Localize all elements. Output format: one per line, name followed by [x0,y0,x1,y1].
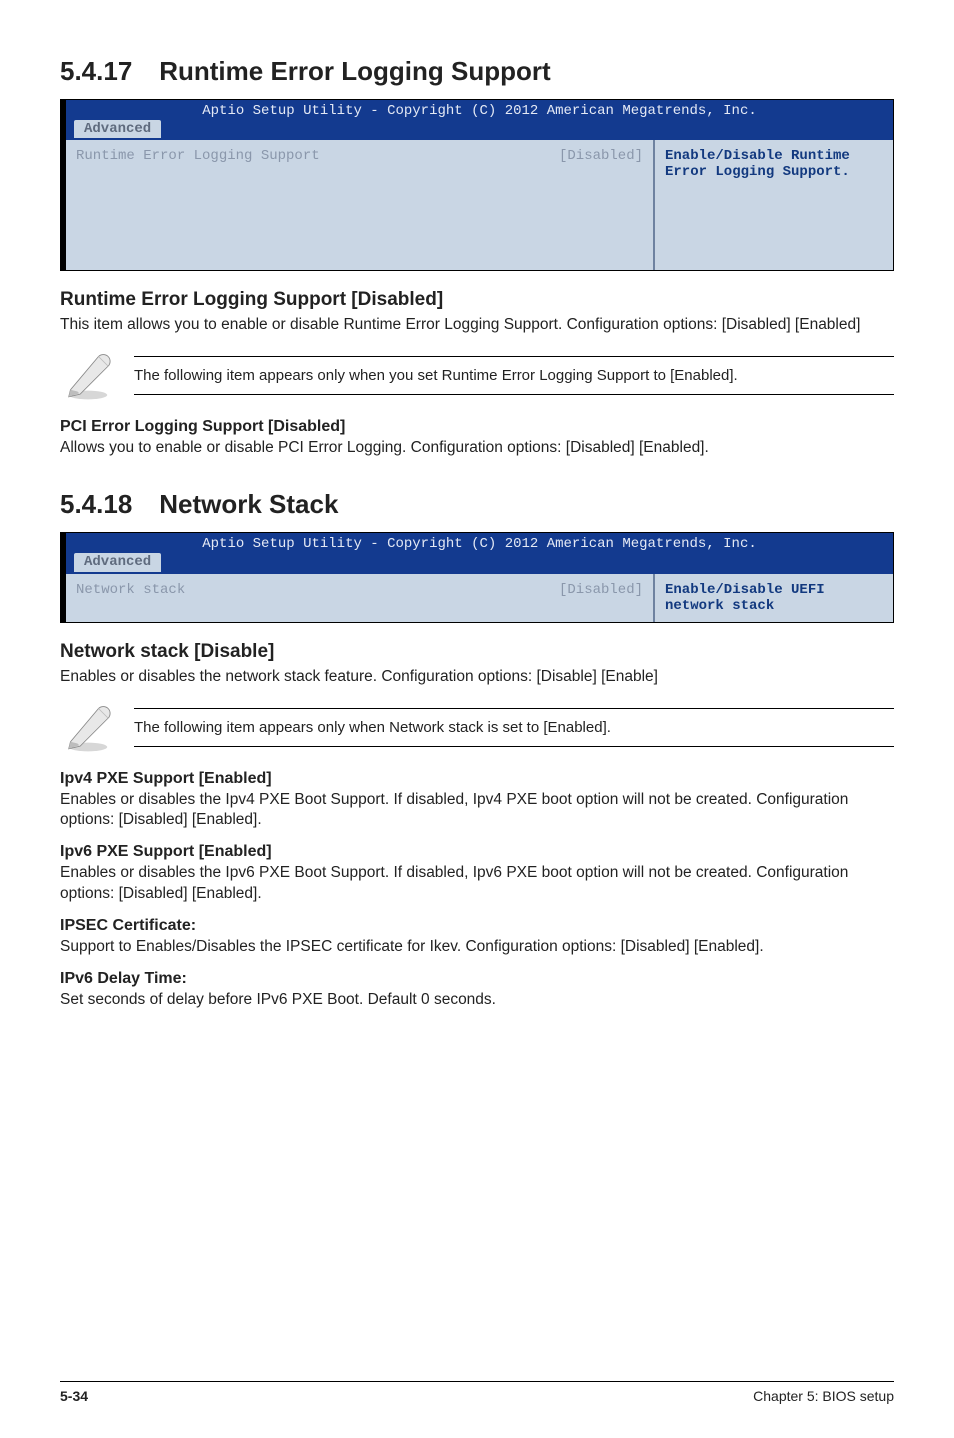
section-title: Network Stack [159,489,338,519]
bios-help-pane: Enable/Disable Runtime Error Logging Sup… [653,140,893,270]
paragraph: Enables or disables the Ipv4 PXE Boot Su… [60,790,894,832]
note-text: The following item appears only when you… [134,361,894,390]
paragraph: Enables or disables the Ipv6 PXE Boot Su… [60,863,894,905]
page-footer: 5-34 Chapter 5: BIOS setup [60,1381,894,1404]
chapter-label: Chapter 5: BIOS setup [753,1388,894,1404]
section-heading-5-4-17: 5.4.17 Runtime Error Logging Support [60,56,894,87]
subheading-runtime-error: Runtime Error Logging Support [Disabled] [60,289,894,311]
paragraph: Allows you to enable or disable PCI Erro… [60,438,894,459]
section-number: 5.4.18 [60,489,152,520]
note-pen-icon [60,346,116,402]
bios-screenshot-network-stack: Aptio Setup Utility - Copyright (C) 2012… [60,532,894,622]
section-heading-5-4-18: 5.4.18 Network Stack [60,489,894,520]
bios-setting-value: [Disabled] [559,582,643,598]
paragraph: This item allows you to enable or disabl… [60,315,894,336]
bios-tab-advanced: Advanced [74,553,161,571]
bios-setting-value: [Disabled] [559,148,643,164]
bios-copyright: Aptio Setup Utility - Copyright (C) 2012… [66,533,893,553]
note-box: The following item appears only when you… [60,346,894,402]
paragraph: Support to Enables/Disables the IPSEC ce… [60,937,894,958]
subheading-pci-error: PCI Error Logging Support [Disabled] [60,418,894,436]
bios-setting-label: Runtime Error Logging Support [76,148,320,164]
bios-help-pane: Enable/Disable UEFI network stack [653,574,893,622]
paragraph: Enables or disables the network stack fe… [60,667,894,688]
bios-left-pane: Network stack [Disabled] [66,574,653,622]
subheading-ipsec-cert: IPSEC Certificate: [60,917,894,935]
subheading-ipv6-pxe: Ipv6 PXE Support [Enabled] [60,843,894,861]
page-number: 5-34 [60,1388,88,1404]
bios-tab-row: Advanced [66,553,893,573]
bios-left-pane: Runtime Error Logging Support [Disabled] [66,140,653,270]
subheading-ipv4-pxe: Ipv4 PXE Support [Enabled] [60,770,894,788]
bios-tab-row: Advanced [66,120,893,140]
paragraph: Set seconds of delay before IPv6 PXE Boo… [60,990,894,1011]
subheading-ipv6-delay: IPv6 Delay Time: [60,970,894,988]
section-number: 5.4.17 [60,56,152,87]
bios-tab-advanced: Advanced [74,120,161,138]
subheading-network-stack: Network stack [Disable] [60,641,894,663]
note-box: The following item appears only when Net… [60,698,894,754]
section-title: Runtime Error Logging Support [159,56,550,86]
bios-screenshot-runtime-error: Aptio Setup Utility - Copyright (C) 2012… [60,99,894,271]
note-pen-icon [60,698,116,754]
bios-copyright: Aptio Setup Utility - Copyright (C) 2012… [66,100,893,120]
bios-setting-label: Network stack [76,582,185,598]
note-text: The following item appears only when Net… [134,713,894,742]
